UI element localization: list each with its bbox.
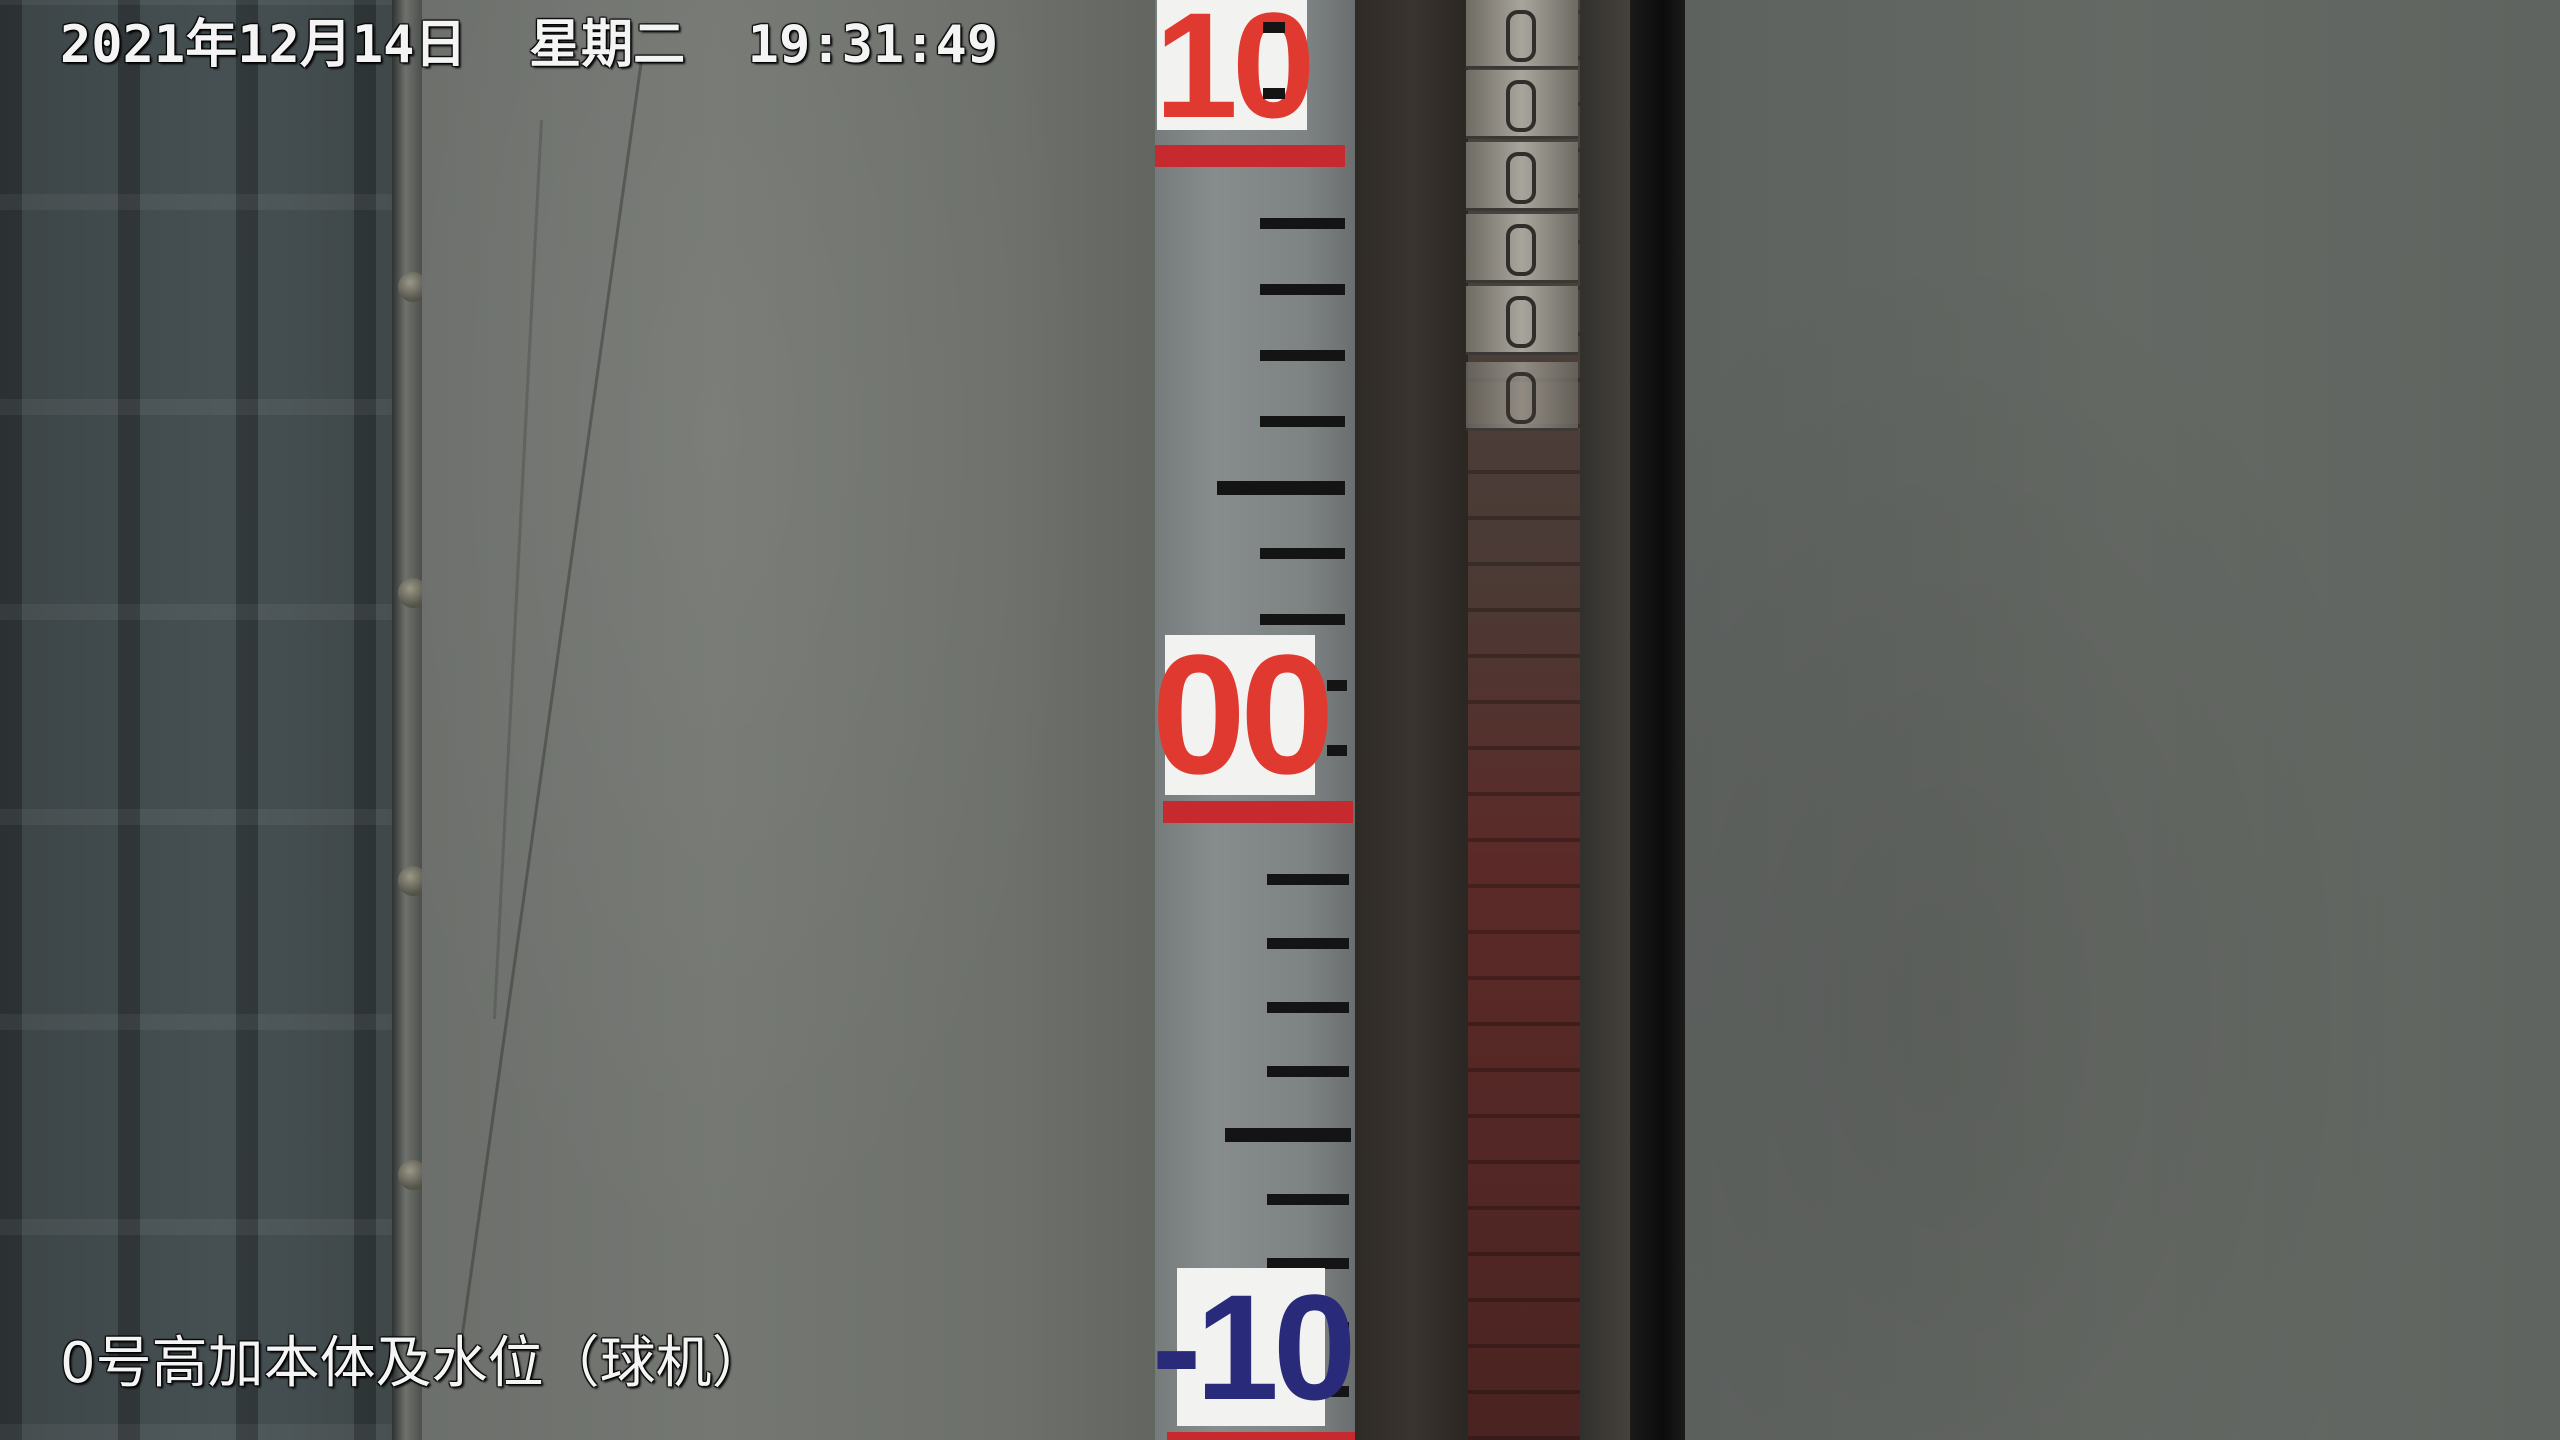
- gauge-channel-side: [1580, 0, 1630, 1440]
- scale-red-line: [1155, 145, 1345, 167]
- scale-red-line: [1167, 1432, 1357, 1440]
- bolt-strip: [392, 0, 422, 1440]
- concrete-wall-left: [422, 0, 1160, 1440]
- scale-tick: [1260, 548, 1345, 559]
- gauge-flap: [1466, 0, 1578, 69]
- scale-tick: [1267, 938, 1349, 949]
- gauge-flap: [1466, 70, 1578, 139]
- scale-tick-major: [1217, 481, 1345, 495]
- water-level-scale-board: 10 00 -10: [1151, 0, 1357, 1440]
- scale-tick: [1267, 1194, 1349, 1205]
- gauge-flap: [1466, 286, 1578, 355]
- gauge-flap: [1466, 142, 1578, 211]
- scale-tick: [1260, 350, 1345, 361]
- scale-tick: [1263, 88, 1285, 99]
- scale-label-text: -10: [1151, 1263, 1357, 1431]
- scale-label-text: 10: [1154, 0, 1316, 149]
- scale-tick: [1260, 416, 1345, 427]
- scale-label-text: 00: [1151, 620, 1334, 810]
- osd-timestamp: 2021年12月14日 星期二 19:31:49: [60, 15, 999, 75]
- scale-tick: [1260, 284, 1345, 295]
- scale-tick: [1327, 745, 1347, 756]
- gauge-flap: [1466, 362, 1578, 431]
- scale-tick: [1263, 22, 1285, 33]
- osd-camera-name: 0号高加本体及水位（球机）: [60, 1331, 768, 1396]
- scale-red-line: [1163, 801, 1353, 823]
- scale-tick: [1327, 680, 1347, 691]
- scale-tick: [1267, 874, 1349, 885]
- scale-label-minus-10: -10: [1152, 1268, 1356, 1426]
- scale-label-00: 00: [1151, 630, 1334, 800]
- camera-frame: 10 00 -10 2021年12月14日 星期二 19:31:49 0号高加本…: [0, 0, 2560, 1440]
- concrete-wall-right: [1685, 0, 2560, 1440]
- scale-label-10: 10: [1155, 0, 1315, 140]
- metal-grating: [0, 0, 400, 1440]
- scale-tick: [1267, 1002, 1349, 1013]
- scale-tick-major: [1225, 1128, 1351, 1142]
- gauge-channel-frame: [1355, 0, 1470, 1440]
- scale-tick: [1267, 1066, 1349, 1077]
- black-support-bar: [1630, 0, 1685, 1440]
- gauge-flap: [1466, 214, 1578, 283]
- scale-tick: [1260, 218, 1345, 229]
